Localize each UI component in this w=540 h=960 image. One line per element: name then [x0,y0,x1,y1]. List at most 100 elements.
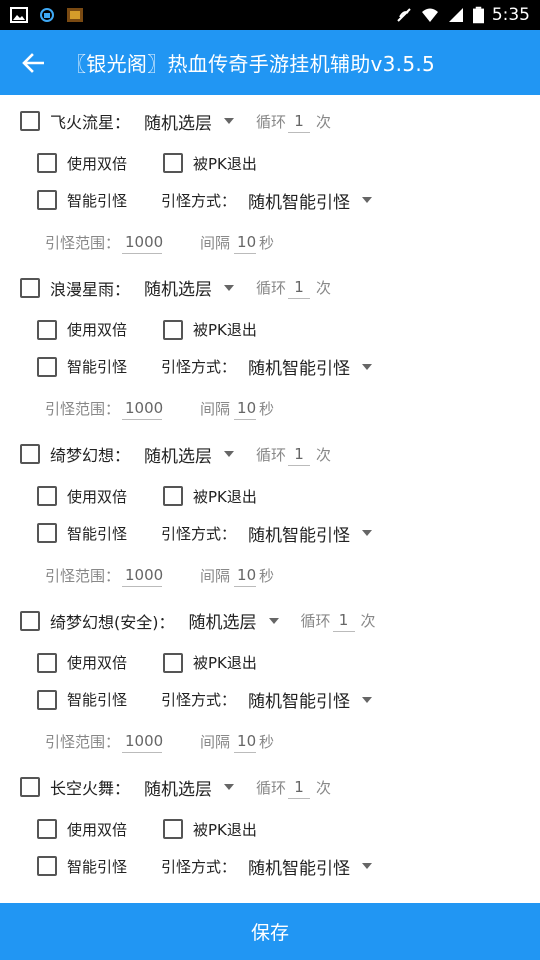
skill-label: 绮梦幻想： [50,446,131,465]
double-checkbox[interactable] [37,819,57,839]
loop-suffix: 次 [316,445,332,464]
smart-lure-checkbox[interactable] [37,190,57,210]
lure-mode-select[interactable]: 随机智能引怪 [248,188,350,213]
lure-mode-select[interactable]: 随机智能引怪 [248,854,350,879]
skill-checkbox[interactable] [20,277,40,298]
dropdown-arrow-icon[interactable] [362,696,373,703]
app-bar: 〖银光阁〗热血传奇手游挂机辅助v3.5.5 [0,30,540,95]
smart-lure-checkbox[interactable] [37,856,57,876]
skill-checkbox[interactable] [20,777,40,797]
skill-checkbox[interactable] [20,610,40,631]
lure-range-input[interactable]: 1000 [122,397,163,420]
lure-mode-select[interactable]: 随机智能引怪 [248,521,350,546]
dropdown-arrow-icon[interactable] [224,451,235,457]
pk-exit-label: 被PK退出 [193,654,257,672]
status-right: 5:35 [395,5,530,25]
lure-range-input[interactable]: 1000 [122,730,163,753]
double-label: 使用双倍 [67,654,128,672]
smart-lure-label: 智能引怪 [67,857,128,876]
smart-lure-checkbox[interactable] [37,523,57,543]
dropdown-arrow-icon[interactable] [362,530,373,536]
lure-mode-label: 引怪方式： [161,358,237,376]
seconds-label: 秒 [259,400,275,418]
dropdown-arrow-icon[interactable] [362,363,373,370]
signal-icon [448,8,463,22]
smart-lure-checkbox[interactable] [37,689,57,710]
double-label: 使用双倍 [67,820,128,839]
double-checkbox[interactable] [37,652,57,673]
smart-lure-label: 智能引怪 [67,358,128,376]
interval-input[interactable]: 10 [234,231,256,254]
dropdown-arrow-icon[interactable] [224,284,235,291]
skill-label: 长空火舞： [50,779,131,798]
loop-suffix: 次 [316,778,332,797]
interval-label: 间隔 [200,733,231,751]
lure-row: 智能引怪 引怪方式： 随机智能引怪 [37,355,394,379]
lure-range-input[interactable]: 1000 [122,564,163,587]
range-row: 引怪范围： 1000 间隔 10 秒 [45,229,274,255]
skill-row: 长空火舞： 随机选层 循环 1 次 [20,775,332,800]
layer-select[interactable]: 随机选层 [144,775,212,800]
lure-row: 智能引怪 引怪方式： 随机智能引怪 [37,188,394,213]
interval-label: 间隔 [200,233,231,252]
layer-select[interactable]: 随机选层 [144,275,212,300]
interval-input[interactable]: 10 [234,564,256,587]
smart-lure-checkbox[interactable] [37,356,57,377]
lure-mode-select[interactable]: 随机智能引怪 [248,687,350,712]
layer-select[interactable]: 随机选层 [189,608,257,633]
dropdown-arrow-icon[interactable] [362,197,373,203]
pk-exit-checkbox[interactable] [163,486,184,506]
interval-label: 间隔 [200,400,231,418]
double-label: 使用双倍 [67,321,128,339]
pk-exit-checkbox[interactable] [163,153,184,173]
pk-exit-label: 被PK退出 [193,820,257,839]
skill-block: 浪漫星雨： 随机选层 循环 1 次 使用双倍 被PK退出 智能引怪 引怪方式： … [0,262,540,429]
back-button[interactable] [0,30,66,95]
smart-lure-label: 智能引怪 [67,191,128,210]
skill-block: 绮梦幻想(安全)： 随机选层 循环 1 次 使用双倍 被PK退出 智能引怪 引怪… [0,595,540,762]
interval-input[interactable]: 10 [234,730,256,753]
loop-count-input[interactable]: 1 [332,609,355,632]
double-checkbox[interactable] [37,486,57,506]
skill-block: 飞火流星： 随机选层 循环 1 次 使用双倍 被PK退出 智能引怪 引怪方式： … [0,95,540,262]
arrow-left-icon [22,52,44,73]
loop-suffix: 次 [360,612,376,630]
double-label: 使用双倍 [67,154,128,173]
double-label: 使用双倍 [67,487,128,506]
loop-label: 循环 [256,445,287,464]
skill-row: 绮梦幻想(安全)： 随机选层 循环 1 次 [20,609,376,633]
pk-exit-checkbox[interactable] [163,319,184,340]
loop-count-input[interactable]: 1 [288,110,311,133]
save-button[interactable]: 保存 [0,903,540,960]
loop-count-input[interactable]: 1 [288,276,311,299]
skill-checkbox[interactable] [20,444,40,464]
double-checkbox[interactable] [37,153,57,173]
wifi-icon [421,8,438,22]
pk-exit-checkbox[interactable] [163,652,184,673]
loop-count-input[interactable]: 1 [288,443,311,466]
dropdown-arrow-icon[interactable] [268,617,279,624]
dropdown-arrow-icon[interactable] [362,863,373,869]
lure-row: 智能引怪 引怪方式： 随机智能引怪 [37,688,394,712]
skill-checkbox[interactable] [20,111,40,131]
skill-label: 浪漫星雨： [50,279,131,299]
layer-select[interactable]: 随机选层 [144,442,212,467]
lure-mode-label: 引怪方式： [161,857,237,876]
pk-exit-label: 被PK退出 [193,487,257,506]
double-checkbox[interactable] [37,319,57,340]
pk-exit-checkbox[interactable] [163,819,184,839]
layer-select[interactable]: 随机选层 [144,109,212,134]
dropdown-arrow-icon[interactable] [224,118,235,124]
image-notification-icon [10,7,28,23]
skill-row: 飞火流星： 随机选层 循环 1 次 [20,109,331,134]
loop-count-input[interactable]: 1 [288,776,311,799]
loop-suffix: 次 [316,279,332,297]
lure-range-input[interactable]: 1000 [122,231,163,254]
interval-input[interactable]: 10 [234,397,256,420]
loop-label: 循环 [256,112,287,131]
smart-lure-label: 智能引怪 [67,524,128,543]
skill-row: 绮梦幻想： 随机选层 循环 1 次 [20,442,332,467]
options-row: 使用双倍 被PK退出 [37,151,257,175]
dropdown-arrow-icon[interactable] [224,784,235,790]
lure-mode-select[interactable]: 随机智能引怪 [248,354,350,379]
